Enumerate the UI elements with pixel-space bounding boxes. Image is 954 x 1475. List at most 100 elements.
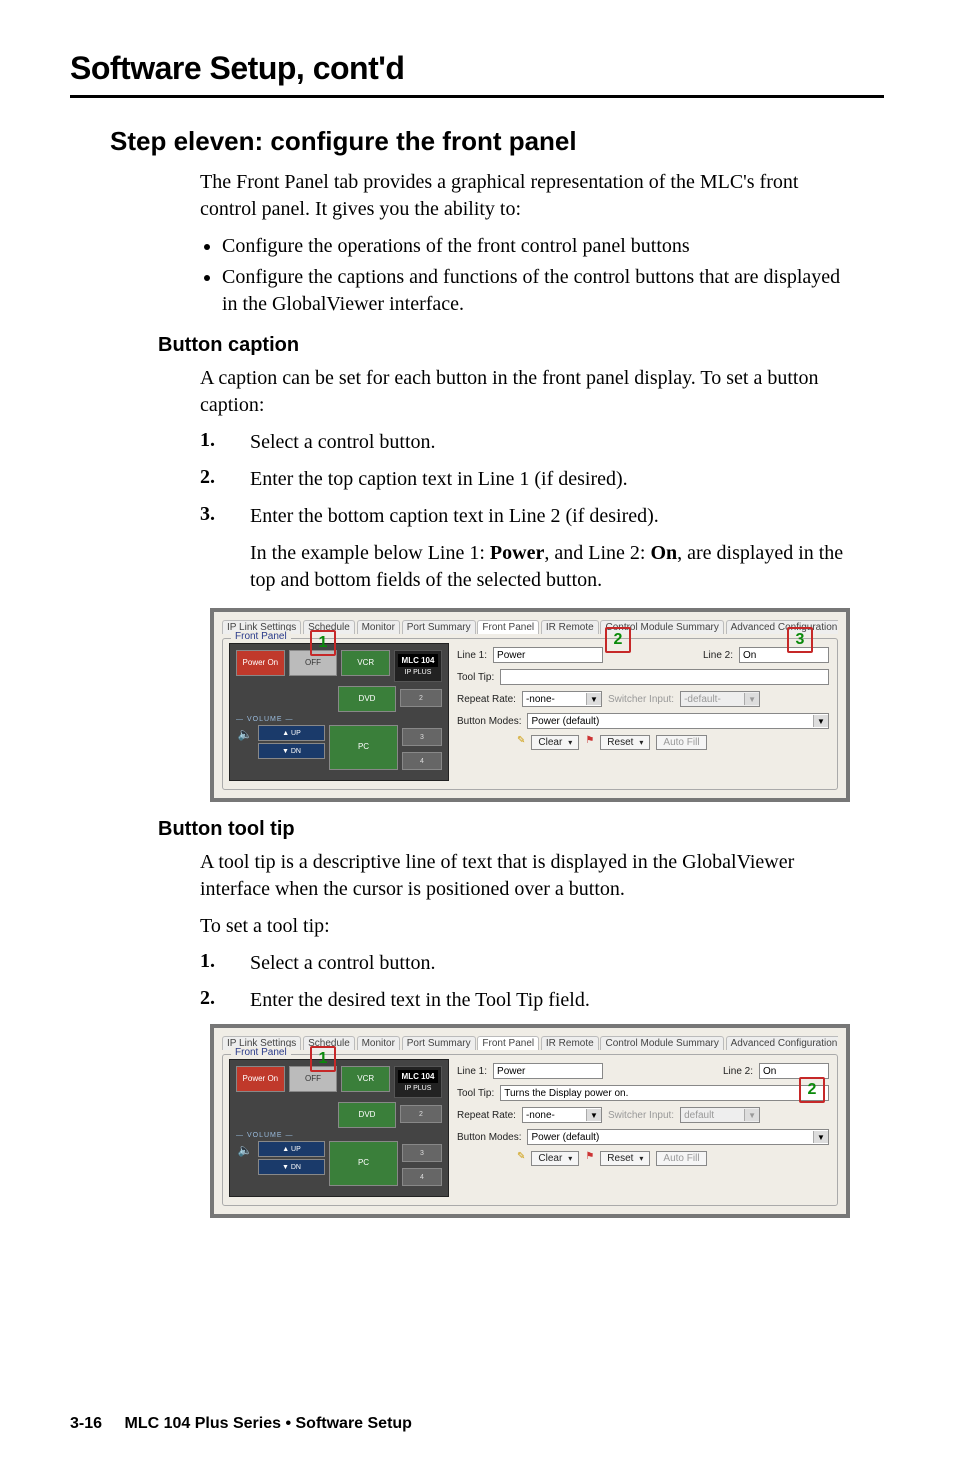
intro-bullet-list: Configure the operations of the front co… xyxy=(200,233,844,318)
device-power-on-button[interactable]: Power On xyxy=(236,650,285,676)
tooltip-paragraph-2: To set a tool tip: xyxy=(200,913,844,940)
tooltip-label: Tool Tip: xyxy=(457,1088,494,1099)
tab[interactable]: Port Summary xyxy=(402,1036,476,1050)
device-slot[interactable]: 2 xyxy=(400,689,442,707)
front-panel-group: Front Panel Power On OFF VCR MLC 104 xyxy=(222,638,838,790)
button-modes-combo[interactable]: Power (default)▼ xyxy=(527,1129,829,1145)
line1-input[interactable] xyxy=(493,1063,603,1079)
intro-paragraph: The Front Panel tab provides a graphical… xyxy=(200,169,844,223)
caption-steps: 1.Select a control button. 2.Enter the t… xyxy=(200,429,884,530)
figure-front-panel-tooltip: IP Link Settings Schedule Monitor Port S… xyxy=(210,1024,850,1218)
repeat-rate-label: Repeat Rate: xyxy=(457,1110,516,1121)
step-number: 3. xyxy=(200,503,250,530)
device-model-plate: MLC 104 IP PLUS xyxy=(394,1066,442,1098)
step-number: 1. xyxy=(200,429,250,456)
chevron-down-icon: ▼ xyxy=(813,1131,828,1143)
repeat-rate-combo[interactable]: -none-▼ xyxy=(522,691,602,707)
callout-3: 3 xyxy=(787,627,813,653)
tab-front-panel[interactable]: Front Panel xyxy=(477,620,539,634)
page-footer: 3-16 MLC 104 Plus Series • Software Setu… xyxy=(70,1415,412,1433)
group-label: Front Panel xyxy=(231,631,291,642)
step-text: Enter the bottom caption text in Line 2 … xyxy=(250,503,884,530)
callout-2: 2 xyxy=(605,627,631,653)
step-number: 1. xyxy=(200,950,250,977)
step-text: Select a control button. xyxy=(250,950,884,977)
step-text: Enter the desired text in the Tool Tip f… xyxy=(250,987,884,1014)
line1-label: Line 1: xyxy=(457,650,487,661)
tab[interactable]: Advanced Configuration xyxy=(726,620,838,634)
caption-example-note: In the example below Line 1: Power, and … xyxy=(250,540,844,594)
intro-bullet: Configure the captions and functions of … xyxy=(222,264,844,318)
reset-icon: ⚑ xyxy=(585,1151,594,1166)
chevron-down-icon: ▼ xyxy=(744,1109,759,1121)
line1-label: Line 1: xyxy=(457,1066,487,1077)
switcher-input-label: Switcher Input: xyxy=(608,1110,674,1121)
tooltip-label: Tool Tip: xyxy=(457,672,494,683)
button-modes-label: Button Modes: xyxy=(457,1132,521,1143)
wand-icon: ✎ xyxy=(517,735,525,750)
tooltip-input[interactable] xyxy=(500,1085,829,1101)
button-modes-combo[interactable]: Power (default)▼ xyxy=(527,713,829,729)
device-dvd-button[interactable]: DVD xyxy=(338,1102,396,1128)
intro-bullet: Configure the operations of the front co… xyxy=(222,233,844,260)
speaker-icon: 🔈 xyxy=(236,725,254,743)
chapter-title: Software Setup, cont'd xyxy=(70,50,884,87)
speaker-icon: 🔈 xyxy=(236,1141,254,1159)
volume-up-button[interactable]: ▲ UP xyxy=(258,725,325,741)
line1-input[interactable] xyxy=(493,647,603,663)
chevron-down-icon: ▼ xyxy=(586,1109,601,1121)
tab-front-panel[interactable]: Front Panel xyxy=(477,1036,539,1050)
repeat-rate-combo[interactable]: -none-▼ xyxy=(522,1107,602,1123)
volume-down-button[interactable]: ▼ DN xyxy=(258,743,325,759)
tab[interactable]: Monitor xyxy=(357,1036,400,1050)
tab[interactable]: Monitor xyxy=(357,620,400,634)
device-model-plate: MLC 104 IP PLUS xyxy=(394,650,442,682)
device-pc-button[interactable]: PC xyxy=(329,1141,398,1186)
autofill-button: Auto Fill xyxy=(656,1151,706,1166)
clear-button[interactable]: Clear xyxy=(531,1151,579,1166)
volume-up-button[interactable]: ▲ UP xyxy=(258,1141,325,1157)
step-number: 2. xyxy=(200,466,250,493)
tab[interactable]: Port Summary xyxy=(402,620,476,634)
tab[interactable]: IR Remote xyxy=(541,1036,599,1050)
device-slot[interactable]: 4 xyxy=(402,1168,442,1186)
line2-label: Line 2: xyxy=(703,650,733,661)
device-slot[interactable]: 4 xyxy=(402,752,442,770)
reset-button[interactable]: Reset xyxy=(600,1151,650,1166)
figure-front-panel-caption: IP Link Settings Schedule Monitor Port S… xyxy=(210,608,850,802)
line2-input[interactable] xyxy=(739,647,829,663)
tab[interactable]: Control Module Summary xyxy=(600,1036,723,1050)
chevron-down-icon: ▼ xyxy=(744,693,759,705)
button-properties-panel: Line 1: Line 2: Tool Tip: Repeat Rate: xyxy=(455,1059,831,1197)
tab[interactable]: IR Remote xyxy=(541,620,599,634)
device-slot[interactable]: 2 xyxy=(400,1105,442,1123)
front-panel-group: Front Panel Power On OFF VCR MLC 104 IP … xyxy=(222,1054,838,1206)
step-text: Select a control button. xyxy=(250,429,884,456)
group-label: Front Panel xyxy=(231,1047,291,1058)
step-title: Step eleven: configure the front panel xyxy=(110,126,884,157)
page-number: 3-16 xyxy=(70,1415,102,1432)
device-vcr-button[interactable]: VCR xyxy=(341,1066,390,1092)
device-vcr-button[interactable]: VCR xyxy=(341,650,390,676)
switcher-input-combo: -default-▼ xyxy=(680,691,760,707)
volume-down-button[interactable]: ▼ DN xyxy=(258,1159,325,1175)
tooltip-input[interactable] xyxy=(500,669,829,685)
device-pc-button[interactable]: PC xyxy=(329,725,398,770)
button-properties-panel: Line 1: Line 2: Tool Tip: Repeat Rate: xyxy=(455,643,831,781)
chapter-rule xyxy=(70,95,884,98)
device-dvd-button[interactable]: DVD xyxy=(338,686,396,712)
clear-button[interactable]: Clear xyxy=(531,735,579,750)
line2-label: Line 2: xyxy=(723,1066,753,1077)
tab[interactable]: Advanced Configuration xyxy=(726,1036,838,1050)
callout-1: 1 xyxy=(310,630,336,656)
switcher-input-combo: default▼ xyxy=(680,1107,760,1123)
subheading-button-tooltip: Button tool tip xyxy=(158,818,884,841)
switcher-input-label: Switcher Input: xyxy=(608,694,674,705)
device-slot[interactable]: 3 xyxy=(402,1144,442,1162)
device-slot[interactable]: 3 xyxy=(402,728,442,746)
device-power-on-button[interactable]: Power On xyxy=(236,1066,285,1092)
caption-paragraph: A caption can be set for each button in … xyxy=(200,365,844,419)
device-panel: Power On OFF VCR MLC 104 IP PLUS DVD xyxy=(229,1059,449,1197)
callout-1: 1 xyxy=(310,1046,336,1072)
reset-button[interactable]: Reset xyxy=(600,735,650,750)
